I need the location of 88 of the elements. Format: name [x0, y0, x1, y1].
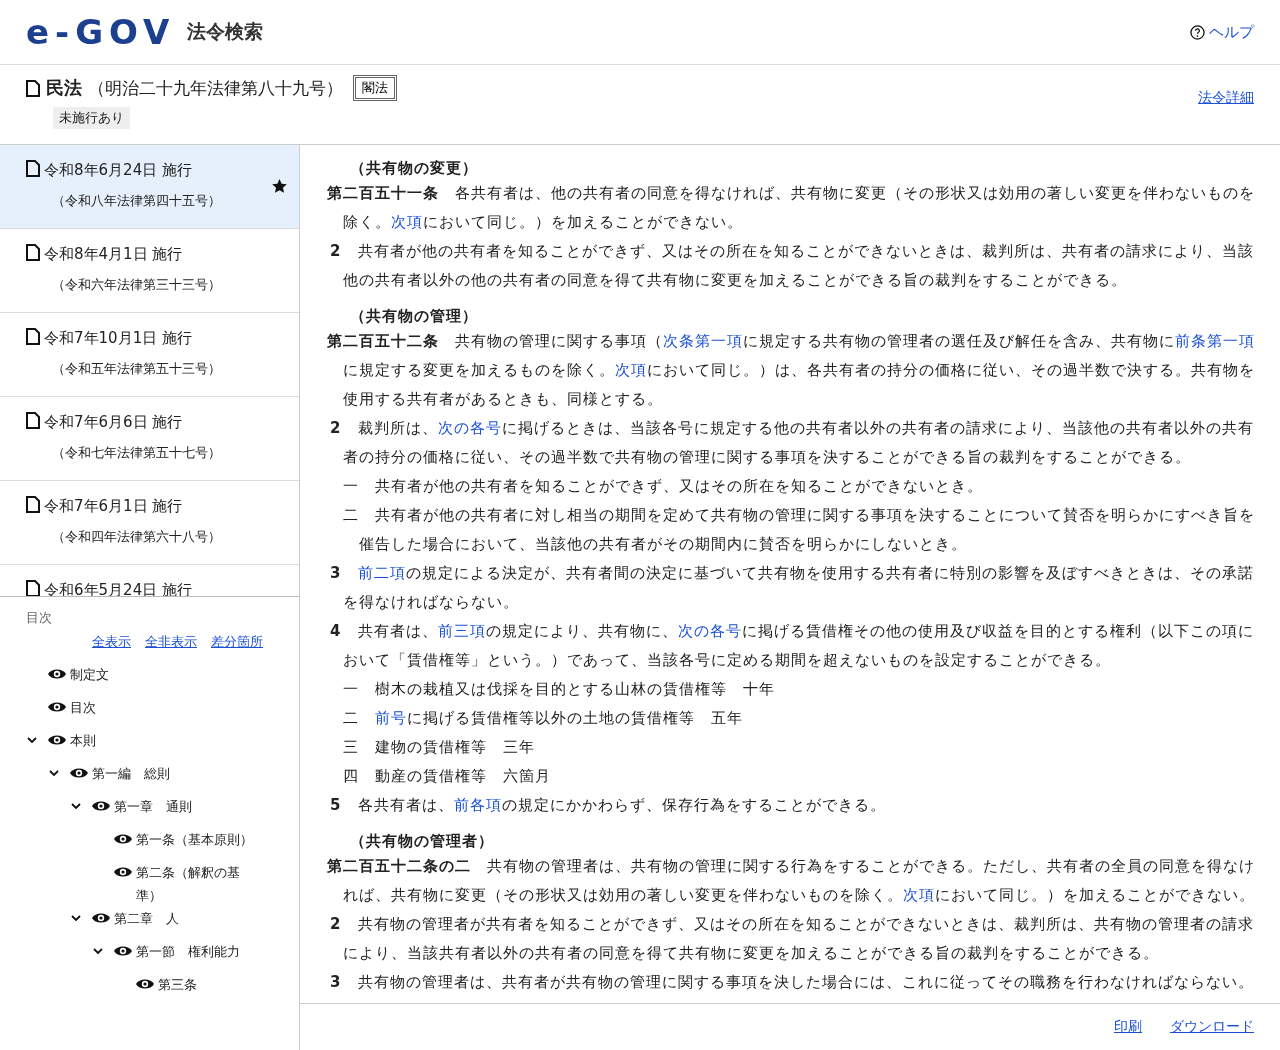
version-law-number: （令和四年法律第六十八号）	[52, 528, 221, 546]
eye-icon[interactable]	[48, 668, 66, 680]
toc-title: 目次	[26, 609, 52, 627]
toc-item[interactable]: 第三条	[158, 973, 197, 996]
reference-link[interactable]: 次項	[615, 361, 647, 379]
law-detail-link[interactable]: 法令詳細	[1198, 89, 1254, 144]
chevron-down-icon[interactable]	[70, 912, 82, 924]
version-date: 令和7年10月1日 施行	[44, 329, 192, 348]
version-date: 令和8年4月1日 施行	[44, 245, 183, 264]
version-date: 令和7年6月1日 施行	[44, 497, 183, 516]
toc-action-link[interactable]: 差分箇所	[211, 633, 263, 651]
paragraph-text: 3 共有物の管理者は、共有者が共有物の管理に関する事項を決した場合には、これに従ってその職務を行わなければならない。	[329, 972, 1255, 993]
chevron-down-icon[interactable]	[92, 945, 104, 957]
paragraph-text: 2 共有物の管理者が共有者を知ることができず、又はその所在を知ることができないときは、裁判所は、共有物の管理者の請求により、当該共有者以外の共有者の同意を得て共有物に変更を加えることができる旨の裁判をすることができる。	[329, 914, 1255, 964]
reference-link[interactable]: 次の各号	[438, 419, 502, 437]
law-name: 民法	[46, 76, 82, 100]
help-link[interactable]: ヘルプ	[1190, 22, 1254, 42]
reference-link[interactable]: 次項	[391, 213, 423, 231]
toc-item[interactable]: 第二条（解釈の基準）	[136, 861, 263, 907]
eye-icon[interactable]	[114, 866, 132, 878]
reference-link[interactable]: 次の各号	[678, 622, 742, 640]
reference-link[interactable]: 次条第一項	[663, 332, 743, 350]
reference-link[interactable]: 前三項	[438, 622, 486, 640]
item-text: 二 前号に掲げる賃借権等以外の土地の賃借権等 五年	[342, 708, 744, 729]
document-icon	[26, 160, 40, 177]
document-icon	[26, 79, 40, 97]
item-text: 一 共有者が他の共有者を知ることができず、又はその所在を知ることができないとき。	[342, 476, 984, 497]
site-title: 法令検索	[187, 19, 264, 44]
eye-icon[interactable]	[92, 800, 110, 812]
eye-icon[interactable]	[136, 978, 154, 990]
toc-item[interactable]: 第一章 通則	[114, 795, 192, 818]
version-law-number: （令和七年法律第五十七号）	[52, 444, 221, 462]
help-icon	[1190, 24, 1205, 40]
chevron-down-icon[interactable]	[26, 734, 38, 746]
paragraph-text: 3 前二項の規定による決定が、共有者間の決定に基づいて共有物を使用する共有者に特別の影響を及ぼすべきときは、その承諾を得なければならない。	[329, 563, 1255, 613]
toc-action-link[interactable]: 全表示	[92, 633, 131, 651]
article-caption: （共有物の管理者）	[350, 831, 494, 852]
document-icon	[26, 580, 40, 596]
version-law-number: （令和五年法律第五十三号）	[52, 360, 221, 378]
paragraph-text: 4 共有者は、前三項の規定により、共有物に、次の各号に掲げる賃借権その他の使用及び収益を目的とする権利（以下この項において「賃借権等」という。）であって、当該各号に定める期間を超えないものを設定することができる。	[329, 621, 1255, 671]
eye-icon[interactable]	[48, 701, 66, 713]
reference-link[interactable]: 前号	[375, 709, 407, 727]
eye-icon[interactable]	[114, 945, 132, 957]
site-logo[interactable]: e-GOV	[26, 12, 176, 52]
paragraph-text: 2 共有者が他の共有者を知ることができず、又はその所在を知ることができないときは、裁判所は、共有者の請求により、当該他の共有者以外の他の共有者の同意を得て共有物に変更を加えることができる旨の裁判をすることができる。	[329, 241, 1255, 291]
document-icon	[26, 412, 40, 429]
eye-icon[interactable]	[92, 912, 110, 924]
eye-icon[interactable]	[48, 734, 66, 746]
reference-link[interactable]: 前各項	[454, 796, 502, 814]
paragraph-text: 5 各共有者は、前各項の規定にかかわらず、保存行為をすることができる。	[329, 795, 887, 816]
footer-link[interactable]: ダウンロード	[1170, 1018, 1254, 1036]
item-text: 三 建物の賃借権等 三年	[342, 737, 536, 758]
version-law-number: （令和六年法律第三十三号）	[52, 276, 221, 294]
toc-item[interactable]: 第一節 権利能力	[136, 940, 240, 963]
reference-link[interactable]: 前条第一項	[1175, 332, 1255, 350]
reference-link[interactable]: 前二項	[358, 564, 406, 582]
reference-link[interactable]: 次項	[903, 886, 935, 904]
article-caption: （共有物の管理）	[350, 306, 478, 327]
chevron-down-icon[interactable]	[48, 767, 60, 779]
status-tag: 未施行あり	[53, 107, 130, 129]
toc-action-link[interactable]: 全非表示	[145, 633, 197, 651]
version-date: 令和8年6月24日 施行	[44, 161, 192, 180]
chevron-down-icon[interactable]	[70, 800, 82, 812]
item-text: 四 動産の賃借権等 六箇月	[342, 766, 552, 787]
eye-icon[interactable]	[114, 833, 132, 845]
article-caption: （共有物の変更）	[350, 158, 478, 179]
toc-item[interactable]: 目次	[70, 696, 96, 719]
item-text: 一 樹木の栽植又は伐採を目的とする山林の賃借権等 十年	[342, 679, 776, 700]
law-number: （明治二十九年法律第八十九号）	[88, 76, 343, 100]
law-type-button[interactable]: 閣法	[353, 75, 397, 101]
toc-item[interactable]: 第二章 人	[114, 907, 179, 930]
document-icon	[26, 328, 40, 345]
toc-item[interactable]: 本則	[70, 729, 96, 752]
footer-link[interactable]: 印刷	[1114, 1018, 1142, 1036]
toc-item[interactable]: 第一条（基本原則）	[136, 828, 253, 851]
paragraph-text: 第二百五十一条 各共有者は、他の共有者の同意を得なければ、共有物に変更（その形状又は効用の著しい変更を伴わないものを除く。次項において同じ。）を加えることができない。	[327, 183, 1256, 233]
eye-icon[interactable]	[70, 767, 88, 779]
document-icon	[26, 244, 40, 261]
item-text: 二 共有者が他の共有者に対し相当の期間を定めて共有物の管理に関する事項を決することについて賛否を明らかにすべき旨を催告した場合において、当該他の共有者がその期間内に賛否を明らかにしないとき。	[342, 505, 1256, 555]
document-icon	[26, 496, 40, 513]
version-law-number: （令和八年法律第四十五号）	[52, 192, 221, 210]
paragraph-text: 第二百五十二条の二 共有物の管理者は、共有物の管理に関する行為をすることができる。ただし、共有者の全員の同意を得なければ、共有物に変更（その形状又は効用の著しい変更を伴わないものを除く。次項において同じ。）を加えることができない。	[327, 856, 1256, 906]
paragraph-text: 2 裁判所は、次の各号に掲げるときは、当該各号に規定する他の共有者以外の共有者の請求により、当該他の共有者以外の共有者の持分の価格に従い、その過半数で共有物の管理に関する事項を決することができる旨の裁判をすることができる。	[329, 418, 1255, 468]
paragraph-text: 第二百五十二条 共有物の管理に関する事項（次条第一項に規定する共有物の管理者の選任及び解任を含み、共有物に前条第一項 に規定する変更を加えるものを除く。次項において同じ。）は、各共有者の持分の価格に従い、その過半数で決する。共有物を使用する共有者があるときも、同様とする。	[327, 331, 1256, 410]
version-item[interactable]: 令和8年6月24日 施行 （令和八年法律第四十五号）	[0, 145, 299, 229]
version-date: 令和7年6月6日 施行	[44, 413, 183, 432]
toc-item[interactable]: 制定文	[70, 663, 109, 686]
toc-item[interactable]: 第一編 総則	[92, 762, 170, 785]
